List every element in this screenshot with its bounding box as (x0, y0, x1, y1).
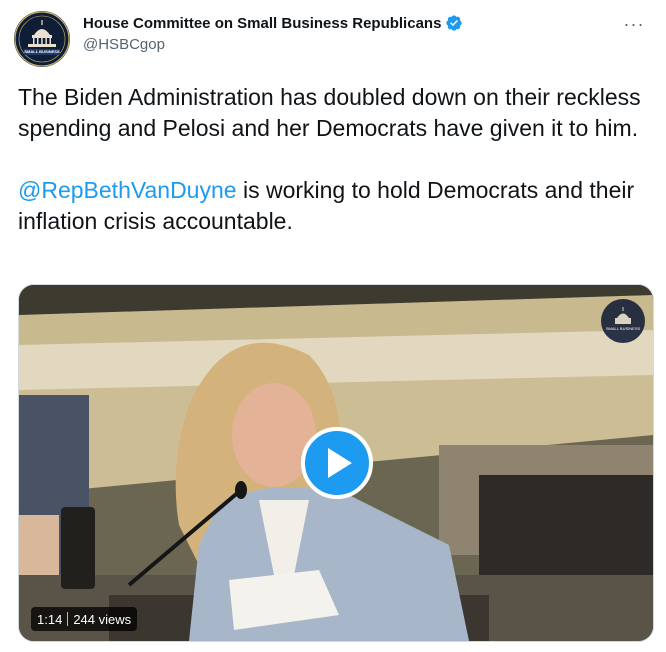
more-horizontal-icon: ··· (623, 13, 645, 34)
tweet-paragraph-2: @RepBethVanDuyne is working to hold Demo… (18, 175, 654, 237)
capitol-dome-logo (14, 11, 70, 67)
video-duration: 1:14 (37, 611, 63, 627)
avatar-text: SMALL BUSINESS (24, 49, 60, 54)
more-options-button[interactable]: ··· (620, 12, 648, 36)
author-display-name[interactable]: House Committee on Small Business Republ… (83, 15, 441, 32)
author-avatar[interactable]: SMALL BUSINESS (14, 11, 70, 67)
video-info-badge: 1:14 244 views (31, 607, 138, 631)
author-name-row: House Committee on Small Business Republ… (83, 14, 463, 32)
play-button[interactable] (301, 427, 373, 499)
author-handle[interactable]: @HSBCgop (83, 36, 165, 53)
watermark-text: SMALL BUSINESS (605, 326, 641, 331)
mention-link[interactable]: @RepBethVanDuyne (18, 177, 237, 203)
video-info-divider (67, 612, 69, 626)
video-views: 244 views (73, 611, 132, 627)
play-icon (328, 448, 352, 478)
tweet-paragraph-1: The Biden Administration has doubled dow… (18, 84, 641, 141)
video-player[interactable]: SMALL BUSINESS 1:14 244 views (18, 284, 654, 642)
tweet-card: SMALL BUSINESS House Committee on Small … (0, 0, 666, 652)
tweet-text: The Biden Administration has doubled dow… (18, 82, 654, 237)
channel-watermark: SMALL BUSINESS (601, 299, 645, 343)
capitol-watermark-icon (615, 307, 631, 324)
verified-badge-icon (446, 15, 463, 31)
